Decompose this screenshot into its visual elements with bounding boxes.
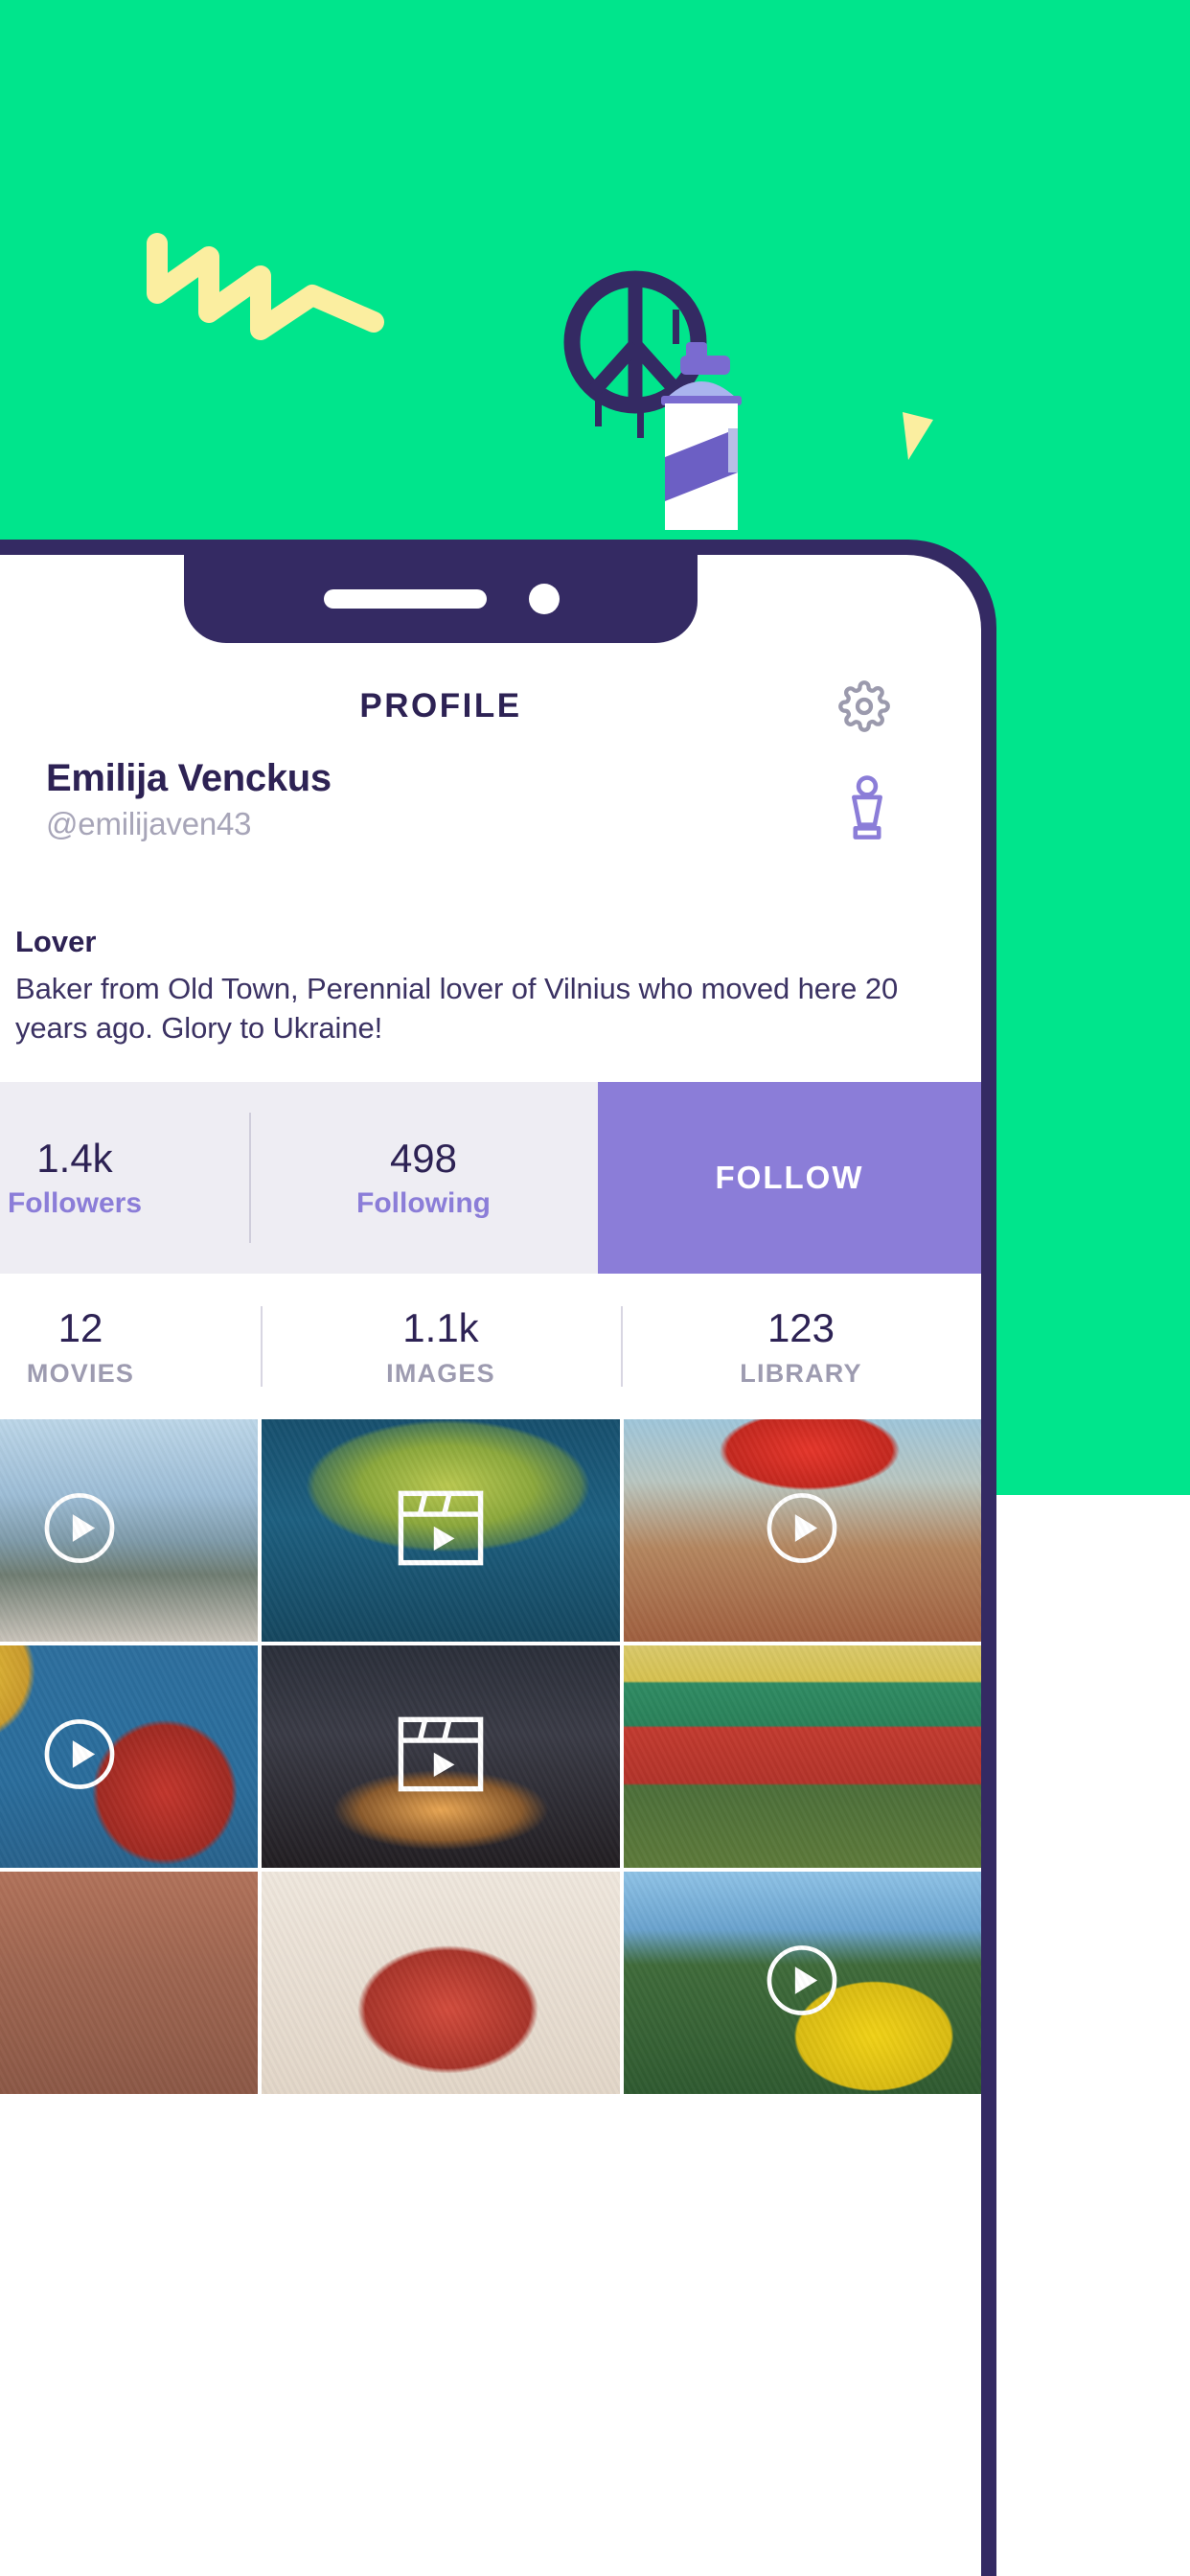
phone-screen: PROFILE Emilija Venckus @emilijaven43 Lo… xyxy=(0,555,981,2576)
identity-text-block: Emilija Venckus @emilijaven43 xyxy=(46,756,332,842)
yellow-shard-icon xyxy=(903,412,933,460)
tab-images-value: 1.1k xyxy=(402,1304,479,1350)
tile-night-old-town[interactable] xyxy=(262,1645,620,1869)
app-header: PROFILE xyxy=(0,643,981,756)
film-play-icon xyxy=(396,1714,486,1800)
circle-play-icon xyxy=(767,1493,837,1564)
tab-movies[interactable]: 12 MOVIES xyxy=(0,1274,261,1419)
award-button[interactable] xyxy=(834,766,901,848)
stat-followers-label: Followers xyxy=(7,1187,143,1220)
circle-play-icon xyxy=(761,1940,843,2027)
circle-play-icon xyxy=(761,1487,843,1575)
identity-row: Emilija Venckus @emilijaven43 xyxy=(0,756,981,898)
bio-block: Lover Baker from Old Town, Perennial lov… xyxy=(0,898,981,1047)
phone-device-frame: PROFILE Emilija Venckus @emilijaven43 Lo… xyxy=(0,540,996,2576)
tab-movies-value: 12 xyxy=(57,1304,103,1350)
spray-can-icon xyxy=(661,342,742,530)
stat-following-value: 498 xyxy=(389,1136,458,1182)
display-name: Emilija Venckus xyxy=(46,757,332,799)
phone-notch xyxy=(184,555,698,643)
zigzag-doodle-icon xyxy=(147,233,384,340)
tile-red-berry[interactable] xyxy=(262,1872,620,2095)
trophy-icon xyxy=(852,775,882,840)
film-play-icon xyxy=(398,1491,484,1566)
stat-following-label: Following xyxy=(356,1187,491,1220)
tab-library[interactable]: 123 LIBRARY xyxy=(621,1274,981,1419)
stat-followers-value: 1.4k xyxy=(36,1136,113,1182)
settings-button[interactable] xyxy=(828,670,901,743)
circle-play-icon xyxy=(44,1719,115,1790)
tab-movies-label: MOVIES xyxy=(26,1358,135,1388)
tile-church-window[interactable] xyxy=(0,1872,259,2095)
tab-images[interactable]: 1.1k IMAGES xyxy=(261,1274,621,1419)
notch-speaker xyxy=(324,589,487,609)
tile-cathedral-street[interactable] xyxy=(0,1419,259,1643)
circle-play-icon xyxy=(767,1945,837,2016)
stat-followers[interactable]: 1.4k Followers xyxy=(0,1082,249,1274)
tile-hot-air-balloons[interactable] xyxy=(0,1645,259,1869)
tile-flag-tulips[interactable] xyxy=(623,1645,981,1869)
notch-camera xyxy=(529,584,560,614)
tile-balloon-over-city[interactable] xyxy=(623,1419,981,1643)
gear-icon xyxy=(838,680,890,732)
tab-library-value: 123 xyxy=(767,1304,835,1350)
handle: @emilijaven43 xyxy=(46,806,252,841)
tile-island-lake[interactable] xyxy=(262,1419,620,1643)
stat-following[interactable]: 498 Following xyxy=(249,1082,598,1274)
screen-content: PROFILE Emilija Venckus @emilijaven43 Lo… xyxy=(0,643,981,2576)
tab-library-label: LIBRARY xyxy=(740,1358,862,1388)
circle-play-icon xyxy=(38,1487,121,1575)
circle-play-icon xyxy=(38,1714,121,1801)
circle-play-icon xyxy=(44,1493,115,1564)
content-tabs: 12 MOVIES 1.1k IMAGES 123 LIBRARY xyxy=(0,1274,981,1420)
film-play-icon xyxy=(396,1488,486,1574)
spray-can-peace-graffiti-icon xyxy=(563,270,742,530)
stats-strip: 1.4k Followers 498 Following FOLLOW xyxy=(0,1082,981,1275)
tab-images-label: IMAGES xyxy=(386,1358,495,1388)
media-grid xyxy=(0,1419,981,2095)
follow-button[interactable]: FOLLOW xyxy=(598,1082,981,1275)
tile-sharks-sign[interactable] xyxy=(623,1872,981,2095)
bio-title: Lover xyxy=(15,925,97,958)
bio-text: Baker from Old Town, Perennial lover of … xyxy=(15,972,899,1046)
film-play-icon xyxy=(398,1717,484,1792)
